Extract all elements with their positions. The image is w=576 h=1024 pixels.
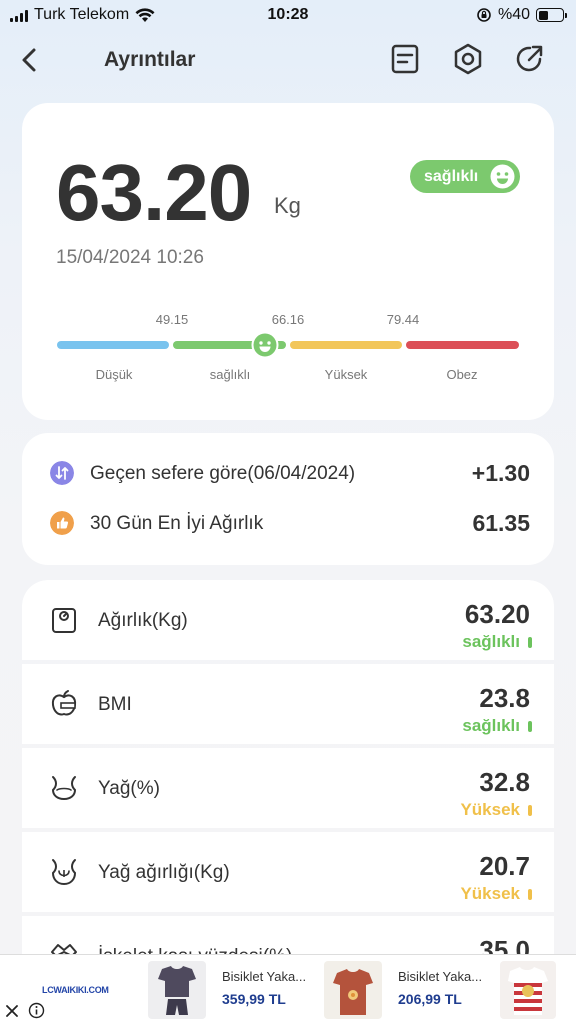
metric-status-dot [528, 721, 532, 732]
comparison-card: Geçen sefere göre(06/04/2024) +1.30 30 G… [22, 433, 554, 565]
weight-unit: Kg [274, 193, 301, 218]
comparison-label: Geçen sefere göre(06/04/2024) [90, 463, 356, 484]
body-fat-weight-icon [51, 859, 77, 886]
metric-row-bmi[interactable]: BMI 23.8 sağlıklı [22, 664, 554, 744]
metric-status-dot [528, 889, 532, 900]
orientation-lock-icon [477, 8, 491, 22]
info-icon[interactable] [28, 1002, 45, 1019]
battery-percent: %40 [497, 6, 530, 23]
status-badge: sağlıklı [410, 160, 520, 193]
range-bar-low [57, 341, 169, 349]
close-icon[interactable] [4, 1003, 20, 1019]
weight-value: 63.20 [56, 148, 252, 237]
ad-product-title[interactable]: Bisiklet Yaka... [222, 969, 306, 984]
range-bar-high [290, 341, 402, 349]
metric-row-weight[interactable]: Ağırlık(Kg) 63.20 sağlıklı [22, 580, 554, 660]
ad-product-price: 206,99 TL [398, 991, 462, 1007]
metric-value: 23.8 [479, 683, 530, 713]
metric-row-fat-percent[interactable]: Yağ(%) 32.8 Yüksek [22, 748, 554, 828]
metric-value: 32.8 [479, 767, 530, 797]
smiley-icon [490, 164, 515, 189]
striped-shirt-image [508, 967, 548, 1015]
tshirt-shorts-image [158, 966, 196, 1015]
range-label-obese: Obez [446, 367, 478, 382]
back-arrow-icon[interactable] [14, 44, 46, 76]
ad-product-image[interactable] [500, 961, 556, 1019]
metrics-list: Ağırlık(Kg) 63.20 sağlıklı BMI 23.8 sağl… [22, 580, 554, 980]
ad-product-price: 359,99 TL [222, 991, 286, 1007]
status-badge-label: sağlıklı [424, 167, 479, 185]
ad-product-image[interactable] [324, 961, 382, 1019]
range-label-high: Yüksek [324, 367, 368, 382]
metric-row-fat-weight[interactable]: Yağ ağırlığı(Kg) 20.7 Yüksek [22, 832, 554, 912]
page-title: Ayrıntılar [104, 48, 196, 71]
comparison-value: 61.35 [472, 510, 530, 536]
metric-label: Yağ(%) [98, 778, 160, 799]
status-bar: Turk Telekom 10:28 %40 [0, 0, 576, 32]
metric-value: 20.7 [479, 851, 530, 881]
apple-ruler-icon [51, 690, 77, 716]
battery-icon [536, 8, 567, 22]
metric-value: 63.20 [464, 599, 530, 629]
body-fat-icon [51, 776, 77, 801]
scale-icon [52, 608, 76, 633]
comparison-label: 30 Gün En İyi Ağırlık [90, 513, 264, 534]
ad-banner[interactable]: LCWAIKIKI.COM Bisiklet Yaka... 359,99 TL… [0, 954, 576, 1024]
tshirt-image [333, 969, 373, 1015]
weight-marker-icon [251, 331, 279, 359]
ad-product-image[interactable] [148, 961, 206, 1019]
metric-status: Yüksek [460, 884, 520, 903]
metric-status: sağlıklı [462, 716, 520, 735]
comparison-row-best[interactable]: 30 Gün En İyi Ağırlık 61.35 [22, 503, 554, 543]
metric-status-dot [528, 805, 532, 816]
measurement-date: 15/04/2024 10:26 [56, 247, 204, 268]
metric-label: BMI [98, 694, 132, 715]
ad-product-title[interactable]: Bisiklet Yaka... [398, 969, 482, 984]
threshold-high: 79.44 [386, 312, 420, 327]
metric-status: Yüksek [460, 800, 520, 819]
threshold-mid: 66.16 [271, 312, 305, 327]
weight-summary-card: 63.20 Kg sağlıklı 15/04/2024 10:26 49.15… [22, 103, 554, 420]
range-label-low: Düşük [95, 367, 133, 382]
share-icon[interactable] [513, 42, 547, 76]
report-icon[interactable] [388, 42, 422, 76]
comparison-value: +1.30 [471, 460, 530, 486]
nav-bar: Ayrıntılar [0, 36, 576, 84]
thumbs-up-icon [50, 511, 74, 535]
metric-status: sağlıklı [462, 632, 520, 651]
metric-label: Yağ ağırlığı(Kg) [98, 862, 230, 883]
range-bar-obese [406, 341, 519, 349]
settings-icon[interactable] [451, 42, 485, 76]
metric-label: Ağırlık(Kg) [98, 610, 188, 631]
range-label-healthy: sağlıklı [209, 367, 251, 382]
comparison-row-last[interactable]: Geçen sefere göre(06/04/2024) +1.30 [22, 453, 554, 493]
threshold-low: 49.15 [155, 312, 189, 327]
compare-arrows-icon [50, 461, 74, 485]
status-right: %40 [476, 6, 567, 24]
ad-brand-logo: LCWAIKIKI.COM [42, 985, 109, 995]
metric-status-dot [528, 637, 532, 648]
